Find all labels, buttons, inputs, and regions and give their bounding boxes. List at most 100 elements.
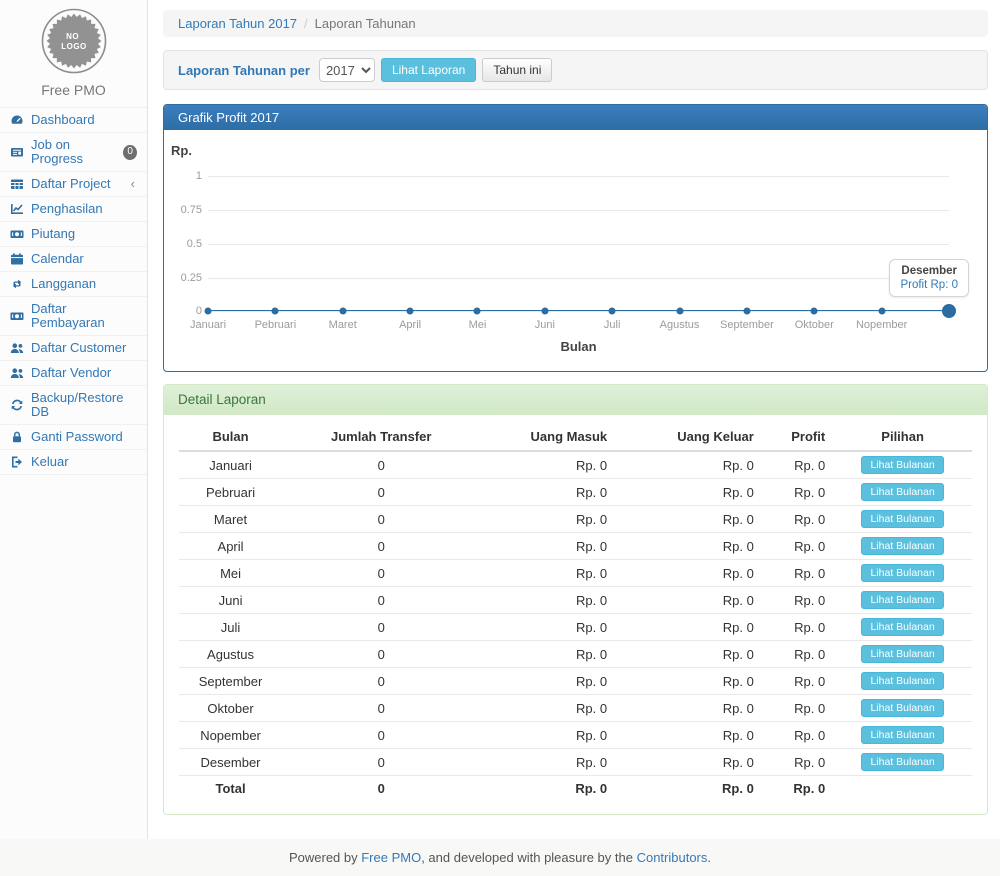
cell-pilihan: Lihat Bulanan (833, 668, 972, 695)
gridline (208, 176, 949, 177)
cell-uang-keluar: Rp. 0 (615, 451, 762, 479)
cell-bulan: Juni (179, 587, 282, 614)
cell-uang-keluar: Rp. 0 (615, 587, 762, 614)
cell-jumlah-transfer: 0 (282, 560, 480, 587)
cell-profit: Rp. 0 (762, 560, 833, 587)
year-filter-label: Laporan Tahunan per (178, 63, 310, 78)
x-tick-label: Pebruari (255, 319, 297, 331)
cell-jumlah-transfer: 0 (282, 614, 480, 641)
sidebar-item-job-on-progress[interactable]: Job on Progress0 (0, 133, 147, 172)
cell-uang-masuk: Rp. 0 (480, 479, 615, 506)
data-point-agustus[interactable] (676, 308, 683, 315)
x-tick-label: September (720, 319, 774, 331)
lihat-bulanan-button[interactable]: Lihat Bulanan (861, 753, 943, 771)
cell-pilihan: Lihat Bulanan (833, 722, 972, 749)
lihat-bulanan-button[interactable]: Lihat Bulanan (861, 537, 943, 555)
data-point-januari[interactable] (205, 308, 212, 315)
x-tick-label: Agustus (660, 319, 700, 331)
data-point-september[interactable] (743, 308, 750, 315)
data-point-nopember[interactable] (878, 308, 885, 315)
table-row-mei: Mei0Rp. 0Rp. 0Rp. 0Lihat Bulanan (179, 560, 972, 587)
x-axis-label: Bulan (560, 339, 596, 354)
sidebar-item-keluar[interactable]: Keluar (0, 450, 147, 475)
report-total-row: Total0Rp. 0Rp. 0Rp. 0 (179, 776, 972, 800)
lihat-bulanan-button[interactable]: Lihat Bulanan (861, 672, 943, 690)
sidebar-item-label: Job on Progress (31, 138, 117, 166)
sidebar-item-label: Daftar Vendor (31, 366, 111, 380)
column-header-profit: Profit (762, 423, 833, 451)
year-select[interactable]: 2017 (319, 58, 375, 82)
calendar-icon (10, 252, 25, 266)
sidebar-item-langganan[interactable]: Langganan (0, 272, 147, 297)
data-point-juli[interactable] (609, 308, 616, 315)
cell-jumlah-transfer: 0 (282, 695, 480, 722)
data-point-oktober[interactable] (811, 308, 818, 315)
detail-report-panel: Detail Laporan BulanJumlah TransferUang … (163, 384, 988, 815)
contributors-link[interactable]: Contributors (637, 850, 708, 865)
sidebar-item-backup-restore-db[interactable]: Backup/Restore DB (0, 386, 147, 425)
cell-bulan: Pebruari (179, 479, 282, 506)
y-tick-label: 0.5 (168, 238, 202, 250)
lihat-laporan-button[interactable]: Lihat Laporan (381, 58, 476, 82)
cell-pilihan: Lihat Bulanan (833, 451, 972, 479)
main-content: Laporan Tahun 2017 / Laporan Tahunan Lap… (148, 0, 1000, 839)
chevron-left-icon: ‹ (131, 179, 135, 189)
cell-uang-keluar: Rp. 0 (615, 479, 762, 506)
sidebar-item-ganti-password[interactable]: Ganti Password (0, 425, 147, 450)
cell-profit: Rp. 0 (762, 641, 833, 668)
sidebar-item-daftar-customer[interactable]: Daftar Customer (0, 336, 147, 361)
cell-profit: Rp. 0 (762, 749, 833, 776)
lihat-bulanan-button[interactable]: Lihat Bulanan (861, 591, 943, 609)
data-point-juni[interactable] (541, 308, 548, 315)
sidebar-menu: DashboardJob on Progress0Daftar Project‹… (0, 108, 147, 475)
sidebar-item-penghasilan[interactable]: Penghasilan (0, 197, 147, 222)
x-tick-label: Nopember (856, 319, 907, 331)
data-point-maret[interactable] (339, 308, 346, 315)
sidebar-item-daftar-pembayaran[interactable]: Daftar Pembayaran (0, 297, 147, 336)
cell-profit: Rp. 0 (762, 479, 833, 506)
profit-chart-panel: Grafik Profit 2017 Rp. Desember Profit R… (163, 104, 988, 372)
cell-bulan: September (179, 668, 282, 695)
sidebar-item-daftar-vendor[interactable]: Daftar Vendor (0, 361, 147, 386)
lihat-bulanan-button[interactable]: Lihat Bulanan (861, 618, 943, 636)
sidebar-item-piutang[interactable]: Piutang (0, 222, 147, 247)
lihat-bulanan-button[interactable]: Lihat Bulanan (861, 510, 943, 528)
data-point-desember[interactable] (942, 304, 956, 318)
lihat-bulanan-button[interactable]: Lihat Bulanan (861, 645, 943, 663)
column-header-bulan: Bulan (179, 423, 282, 451)
money-icon (10, 227, 25, 241)
sidebar-item-dashboard[interactable]: Dashboard (0, 108, 147, 133)
chart-plot-area: Desember Profit Rp: 0 Bulan 10.750.50.25… (208, 176, 949, 311)
cell-uang-masuk: Rp. 0 (480, 587, 615, 614)
tahun-ini-button[interactable]: Tahun ini (482, 58, 552, 82)
lihat-bulanan-button[interactable]: Lihat Bulanan (861, 726, 943, 744)
cell-bulan: Oktober (179, 695, 282, 722)
breadcrumb-link-laporan-tahun[interactable]: Laporan Tahun 2017 (178, 16, 297, 31)
sidebar-item-calendar[interactable]: Calendar (0, 247, 147, 272)
lihat-bulanan-button[interactable]: Lihat Bulanan (861, 699, 943, 717)
y-axis-label: Rp. (171, 143, 192, 158)
cell-bulan: Desember (179, 749, 282, 776)
breadcrumb: Laporan Tahun 2017 / Laporan Tahunan (163, 10, 988, 37)
cell-jumlah-transfer: 0 (282, 587, 480, 614)
y-tick-label: 0 (168, 305, 202, 317)
users-icon (10, 366, 25, 380)
data-point-pebruari[interactable] (272, 308, 279, 315)
data-point-mei[interactable] (474, 308, 481, 315)
sidebar-item-label: Calendar (31, 252, 84, 266)
cell-pilihan: Lihat Bulanan (833, 641, 972, 668)
lihat-bulanan-button[interactable]: Lihat Bulanan (861, 564, 943, 582)
data-point-april[interactable] (407, 308, 414, 315)
lihat-bulanan-button[interactable]: Lihat Bulanan (861, 483, 943, 501)
lock-icon (10, 430, 25, 444)
column-header-uang-masuk: Uang Masuk (480, 423, 615, 451)
free-pmo-link[interactable]: Free PMO (361, 850, 421, 865)
lihat-bulanan-button[interactable]: Lihat Bulanan (861, 456, 943, 474)
report-panel-title: Detail Laporan (164, 385, 987, 415)
app-window: NO LOGO Free PMO DashboardJob on Progres… (0, 0, 1000, 839)
cell-profit: Rp. 0 (762, 614, 833, 641)
sidebar-item-daftar-project[interactable]: Daftar Project‹ (0, 172, 147, 197)
cell-pilihan: Lihat Bulanan (833, 533, 972, 560)
users-icon (10, 341, 25, 355)
sidebar-item-label: Daftar Pembayaran (31, 302, 141, 330)
